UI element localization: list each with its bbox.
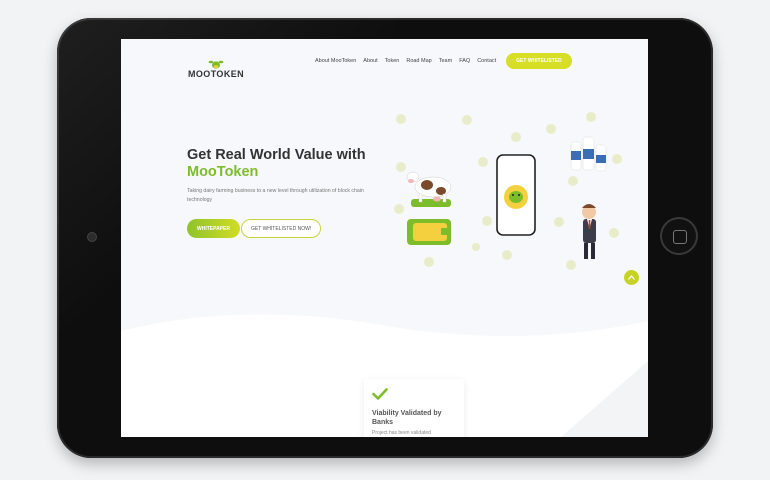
- home-button[interactable]: [662, 219, 696, 253]
- milk-bottles: [570, 136, 607, 172]
- hero-title-accent: MooToken: [187, 164, 259, 180]
- get-whitelisted-now-button[interactable]: GET WHITELISTED NOW!: [241, 219, 322, 238]
- nav-link-road-map[interactable]: Road Map: [406, 58, 431, 64]
- nav-link-about[interactable]: About: [363, 58, 377, 64]
- cow-illustration: [406, 171, 452, 207]
- whitepaper-button[interactable]: WHITEPAPER: [187, 219, 240, 238]
- nav-link-faq[interactable]: FAQ: [459, 58, 470, 64]
- wallet-illustration: [407, 219, 451, 245]
- feature-card-title: Viability Validated by Banks: [372, 410, 442, 426]
- feature-card-text: Project has been validated: [372, 430, 431, 436]
- checkmark-icon: [372, 388, 388, 400]
- hero-title: Get Real World Value with MooToken: [187, 147, 366, 181]
- hero-illustration: [394, 112, 622, 270]
- main-nav: About MooToken About Token Road Map Team…: [315, 53, 572, 69]
- chevron-up-icon: [628, 275, 635, 280]
- hero-title-main: Get Real World Value with: [187, 147, 366, 163]
- nav-link-about-mootoken[interactable]: About MooToken: [315, 58, 356, 64]
- nav-link-contact[interactable]: Contact: [477, 58, 496, 64]
- cow-head-icon: [208, 60, 224, 69]
- front-camera: [88, 233, 96, 241]
- get-whitelisted-button[interactable]: GET WHITELISTED: [506, 53, 572, 69]
- phone-mockup: [496, 154, 536, 236]
- feature-card[interactable]: Viability Validated by Banks Project has…: [364, 379, 464, 437]
- hero-subtitle: Taking dairy farming business to a new l…: [187, 188, 364, 203]
- scroll-to-top-button[interactable]: [624, 270, 639, 285]
- nav-link-team[interactable]: Team: [439, 58, 452, 64]
- website-screen: MOOTOKEN About MooToken About Token Road…: [121, 39, 648, 437]
- nav-link-token[interactable]: Token: [385, 58, 400, 64]
- mootoken-logo[interactable]: MOOTOKEN: [188, 59, 244, 79]
- businessman-illustration: [582, 204, 596, 259]
- logo-text: MOOTOKEN: [188, 69, 245, 79]
